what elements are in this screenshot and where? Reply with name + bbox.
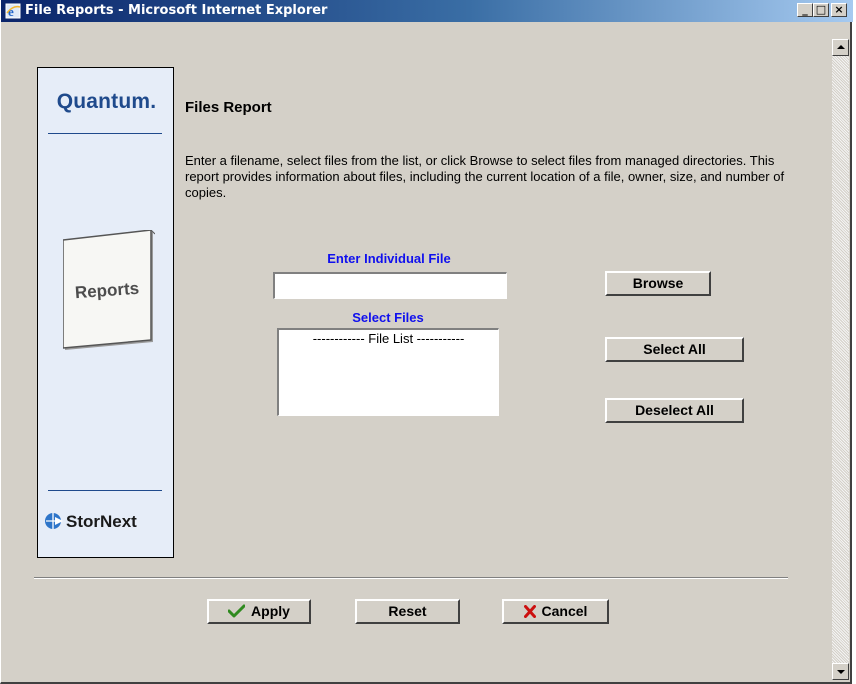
deselect-all-button[interactable]: Deselect All	[605, 398, 744, 423]
individual-file-input[interactable]	[273, 272, 507, 299]
select-files-label: Select Files	[352, 310, 424, 325]
individual-file-label: Enter Individual File	[327, 251, 451, 266]
quantum-logo: Quantum.	[56, 90, 157, 113]
down-arrow-icon	[837, 670, 845, 674]
minimize-button[interactable]: _	[797, 3, 813, 17]
apply-button[interactable]: Apply	[207, 599, 311, 624]
stornext-globe-icon	[45, 513, 63, 529]
scroll-up-button[interactable]	[832, 39, 849, 56]
file-list-option[interactable]: ------------ File List -----------	[279, 330, 498, 346]
file-list-box[interactable]: ------------ File List -----------	[277, 328, 499, 416]
page-description: Enter a filename, select files from the …	[185, 153, 785, 200]
vertical-scrollbar[interactable]	[832, 39, 849, 680]
cancel-label: Cancel	[541, 603, 588, 619]
apply-label: Apply	[251, 603, 290, 619]
page-title: Files Report	[185, 99, 272, 116]
bottom-divider	[34, 577, 788, 579]
maximize-button[interactable]: □	[813, 3, 829, 17]
checkmark-icon	[228, 604, 246, 618]
internet-explorer-icon: e	[5, 3, 21, 19]
select-all-button[interactable]: Select All	[605, 337, 744, 362]
stornext-logo-text: StorNext	[66, 512, 137, 531]
sidebar-panel: Quantum. Reports StorNext	[37, 67, 174, 558]
reports-book-icon: Reports	[63, 230, 155, 350]
x-icon	[523, 605, 536, 618]
window-title: File Reports - Microsoft Internet Explor…	[25, 3, 328, 18]
browse-button[interactable]: Browse	[605, 271, 711, 296]
close-button[interactable]: ×	[831, 3, 847, 17]
up-arrow-icon	[837, 45, 845, 49]
cancel-button[interactable]: Cancel	[502, 599, 609, 624]
stornext-logo: StorNext	[44, 512, 174, 532]
sidebar-divider-top	[48, 133, 162, 134]
reset-button[interactable]: Reset	[355, 599, 460, 624]
sidebar-divider-bottom	[48, 490, 162, 491]
scroll-down-button[interactable]	[832, 663, 849, 680]
title-bar[interactable]: e File Reports - Microsoft Internet Expl…	[1, 0, 853, 22]
